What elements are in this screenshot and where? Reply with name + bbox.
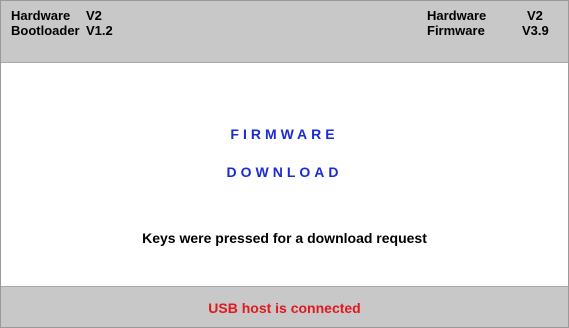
download-request-message: Keys were pressed for a download request (142, 230, 427, 246)
left-hardware-row: Hardware V2 (11, 8, 171, 24)
bootloader-row: Bootloader V1.2 (11, 23, 171, 39)
right-hardware-version: V2 (527, 8, 543, 23)
firmware-label: Firmware (427, 23, 485, 38)
left-hardware-label: Hardware (11, 8, 71, 23)
bootloader-version: V1.2 (86, 23, 113, 38)
usb-status-text: USB host is connected (208, 300, 361, 316)
bootloader-screen: Hardware V2 Bootloader V1.2 Hardware V2 … (0, 0, 569, 328)
firmware-title: FIRMWARE (230, 126, 339, 142)
status-bar: USB host is connected (1, 286, 568, 327)
firmware-version: V3.9 (522, 23, 549, 38)
version-header: Hardware V2 Bootloader V1.2 Hardware V2 … (1, 1, 568, 63)
left-hardware-version: V2 (86, 8, 102, 23)
main-panel: FIRMWARE DOWNLOAD Keys were pressed for … (1, 63, 568, 285)
right-hardware-label: Hardware (427, 8, 487, 23)
download-title: DOWNLOAD (226, 164, 343, 180)
firmware-row: Firmware V3.9 (427, 23, 562, 39)
right-hardware-row: Hardware V2 (427, 8, 562, 24)
bootloader-label: Bootloader (11, 23, 80, 38)
